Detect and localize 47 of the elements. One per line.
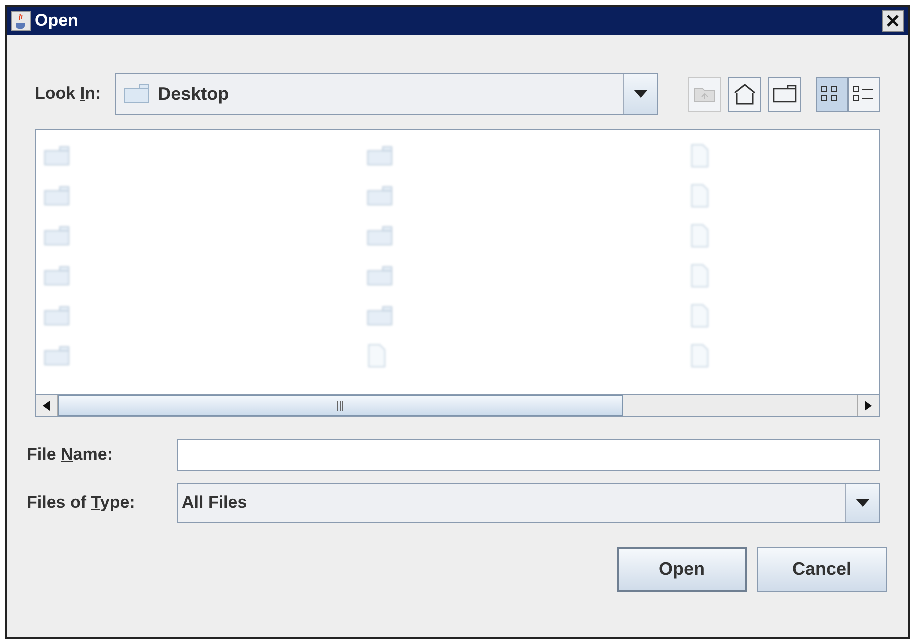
folder-icon	[44, 146, 70, 166]
close-icon	[887, 15, 899, 27]
toolbar-button[interactable]	[768, 76, 801, 112]
folder-icon	[44, 266, 70, 286]
dropdown-arrow-icon	[856, 499, 870, 507]
cancel-button[interactable]: Cancel	[757, 547, 887, 592]
window-title: Open	[35, 10, 78, 32]
details-view-icon	[853, 85, 875, 103]
folder-icon	[367, 186, 393, 206]
folder-icon	[44, 186, 70, 206]
dropdown-arrow-icon	[634, 90, 648, 98]
folder-icon	[44, 346, 70, 366]
folder-icon	[772, 85, 796, 103]
horizontal-scrollbar[interactable]	[36, 394, 879, 416]
file-name-label: File Name:	[27, 444, 114, 466]
file-type-label: Files of Type:	[27, 492, 136, 514]
file-type-dropdown[interactable]: All Files	[177, 483, 880, 523]
close-button[interactable]	[882, 10, 904, 32]
file-icon	[690, 304, 710, 328]
file-icon	[367, 344, 387, 368]
grip-icon	[337, 400, 344, 410]
look-in-label: Look In:	[35, 83, 102, 106]
file-icon	[690, 224, 710, 248]
look-in-dropdown[interactable]: Desktop	[115, 73, 658, 115]
file-icon	[690, 264, 710, 288]
file-type-value: All Files	[181, 492, 248, 514]
scroll-right-icon	[865, 400, 872, 410]
look-in-value: Desktop	[158, 82, 230, 106]
file-icon	[690, 144, 710, 168]
folder-icon	[44, 226, 70, 246]
folder-icon	[367, 266, 393, 286]
file-name-field[interactable]	[177, 439, 880, 471]
folder-icon	[367, 226, 393, 246]
folder-icon	[367, 306, 393, 326]
home-icon	[732, 83, 756, 105]
file-icon	[690, 344, 710, 368]
scrollbar-thumb[interactable]	[58, 395, 623, 416]
toolbar-button[interactable]	[728, 76, 761, 112]
scroll-left-icon	[43, 400, 50, 410]
view-toggle-button[interactable]	[848, 76, 880, 112]
cup-icon	[11, 11, 31, 31]
open-button[interactable]: Open	[617, 547, 747, 592]
folder-icon	[367, 146, 393, 166]
view-toggle-button[interactable]	[816, 76, 848, 112]
folder-icon	[44, 306, 70, 326]
file-icon	[690, 184, 710, 208]
folder-icon	[124, 84, 150, 104]
